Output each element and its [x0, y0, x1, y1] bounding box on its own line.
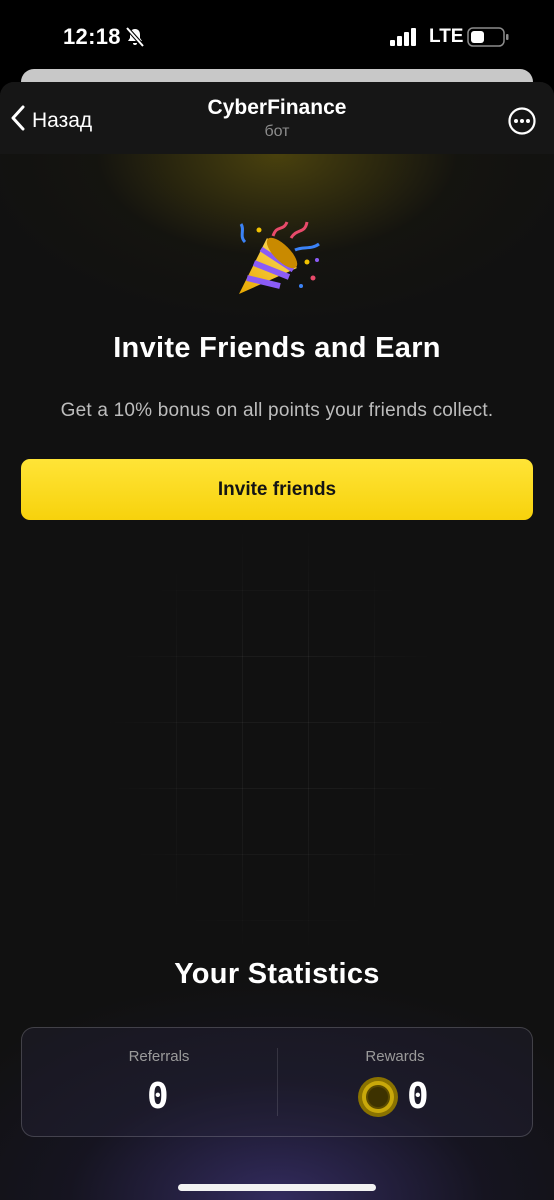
status-bar: 12:18 LTE: [0, 0, 554, 70]
status-time: 12:18: [63, 24, 121, 49]
party-popper-icon: [233, 216, 323, 307]
coin-icon: [357, 1076, 399, 1123]
bell-slash-icon: [124, 26, 146, 53]
app-panel: Назад CyberFinance бот Invite Friends an…: [0, 82, 554, 1200]
background-grid: [110, 524, 444, 954]
main-content: Invite Friends and Earn Get a 10% bonus …: [0, 154, 554, 1200]
referrals-value: 0: [147, 1076, 169, 1117]
app-subtitle: бот: [264, 123, 290, 140]
battery-icon: [467, 27, 509, 52]
rewards-value: 0: [407, 1076, 429, 1117]
more-icon: [508, 107, 536, 135]
rewards-label: Rewards: [365, 1048, 425, 1065]
more-button[interactable]: [507, 106, 537, 141]
app-header: Назад CyberFinance бот: [0, 82, 554, 154]
signal-icon: [390, 28, 418, 51]
stats-card: Referrals 0 Rewards 0: [21, 1027, 533, 1137]
home-indicator[interactable]: [178, 1184, 376, 1191]
network-label: LTE: [429, 26, 464, 47]
invite-friends-button[interactable]: Invite friends: [21, 459, 533, 520]
referrals-label: Referrals: [128, 1048, 190, 1065]
app-title: CyberFinance: [207, 96, 347, 119]
stats-title: Your Statistics: [174, 958, 380, 990]
hero-description: Get a 10% bonus on all points your frien…: [60, 400, 494, 421]
stats-divider: [277, 1048, 278, 1116]
hero-headline: Invite Friends and Earn: [113, 332, 441, 364]
